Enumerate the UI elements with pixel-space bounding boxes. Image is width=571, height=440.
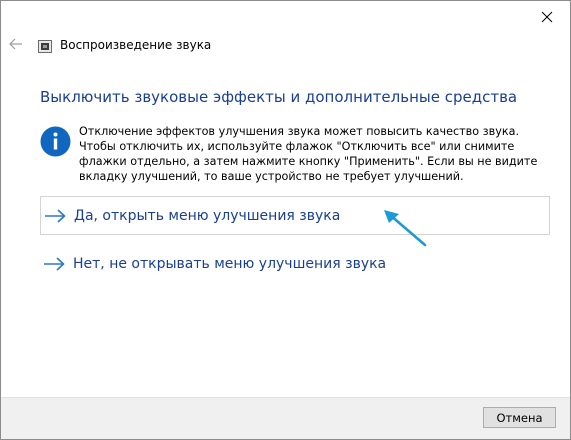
dialog-footer: Отмена: [1, 397, 570, 439]
back-arrow-icon: [9, 38, 22, 50]
back-button[interactable]: [7, 35, 25, 53]
info-icon: [40, 126, 71, 157]
arrow-right-icon: [45, 208, 66, 223]
close-icon: [541, 11, 553, 22]
option-label: Нет, не открывать меню улучшения звука: [73, 255, 387, 272]
speaker-app-icon: [38, 40, 52, 53]
option-label: Да, открыть меню улучшения звука: [74, 207, 341, 224]
arrow-right-icon: [44, 256, 65, 271]
info-message: Отключение эффектов улучшения звука може…: [79, 125, 538, 183]
title-bar: Воспроизведение звука: [1, 32, 570, 60]
close-button[interactable]: [524, 1, 570, 32]
cancel-button[interactable]: Отмена: [483, 407, 556, 428]
window-title: Воспроизведение звука: [60, 38, 212, 52]
option-do-not-open-enhancements[interactable]: Нет, не открывать меню улучшения звука: [40, 244, 550, 283]
main-instruction: Выключить звуковые эффекты и дополнитель…: [40, 88, 518, 106]
option-open-enhancements[interactable]: Да, открыть меню улучшения звука: [40, 196, 550, 235]
dialog-window: Воспроизведение звука Выключить звуковые…: [0, 0, 571, 440]
